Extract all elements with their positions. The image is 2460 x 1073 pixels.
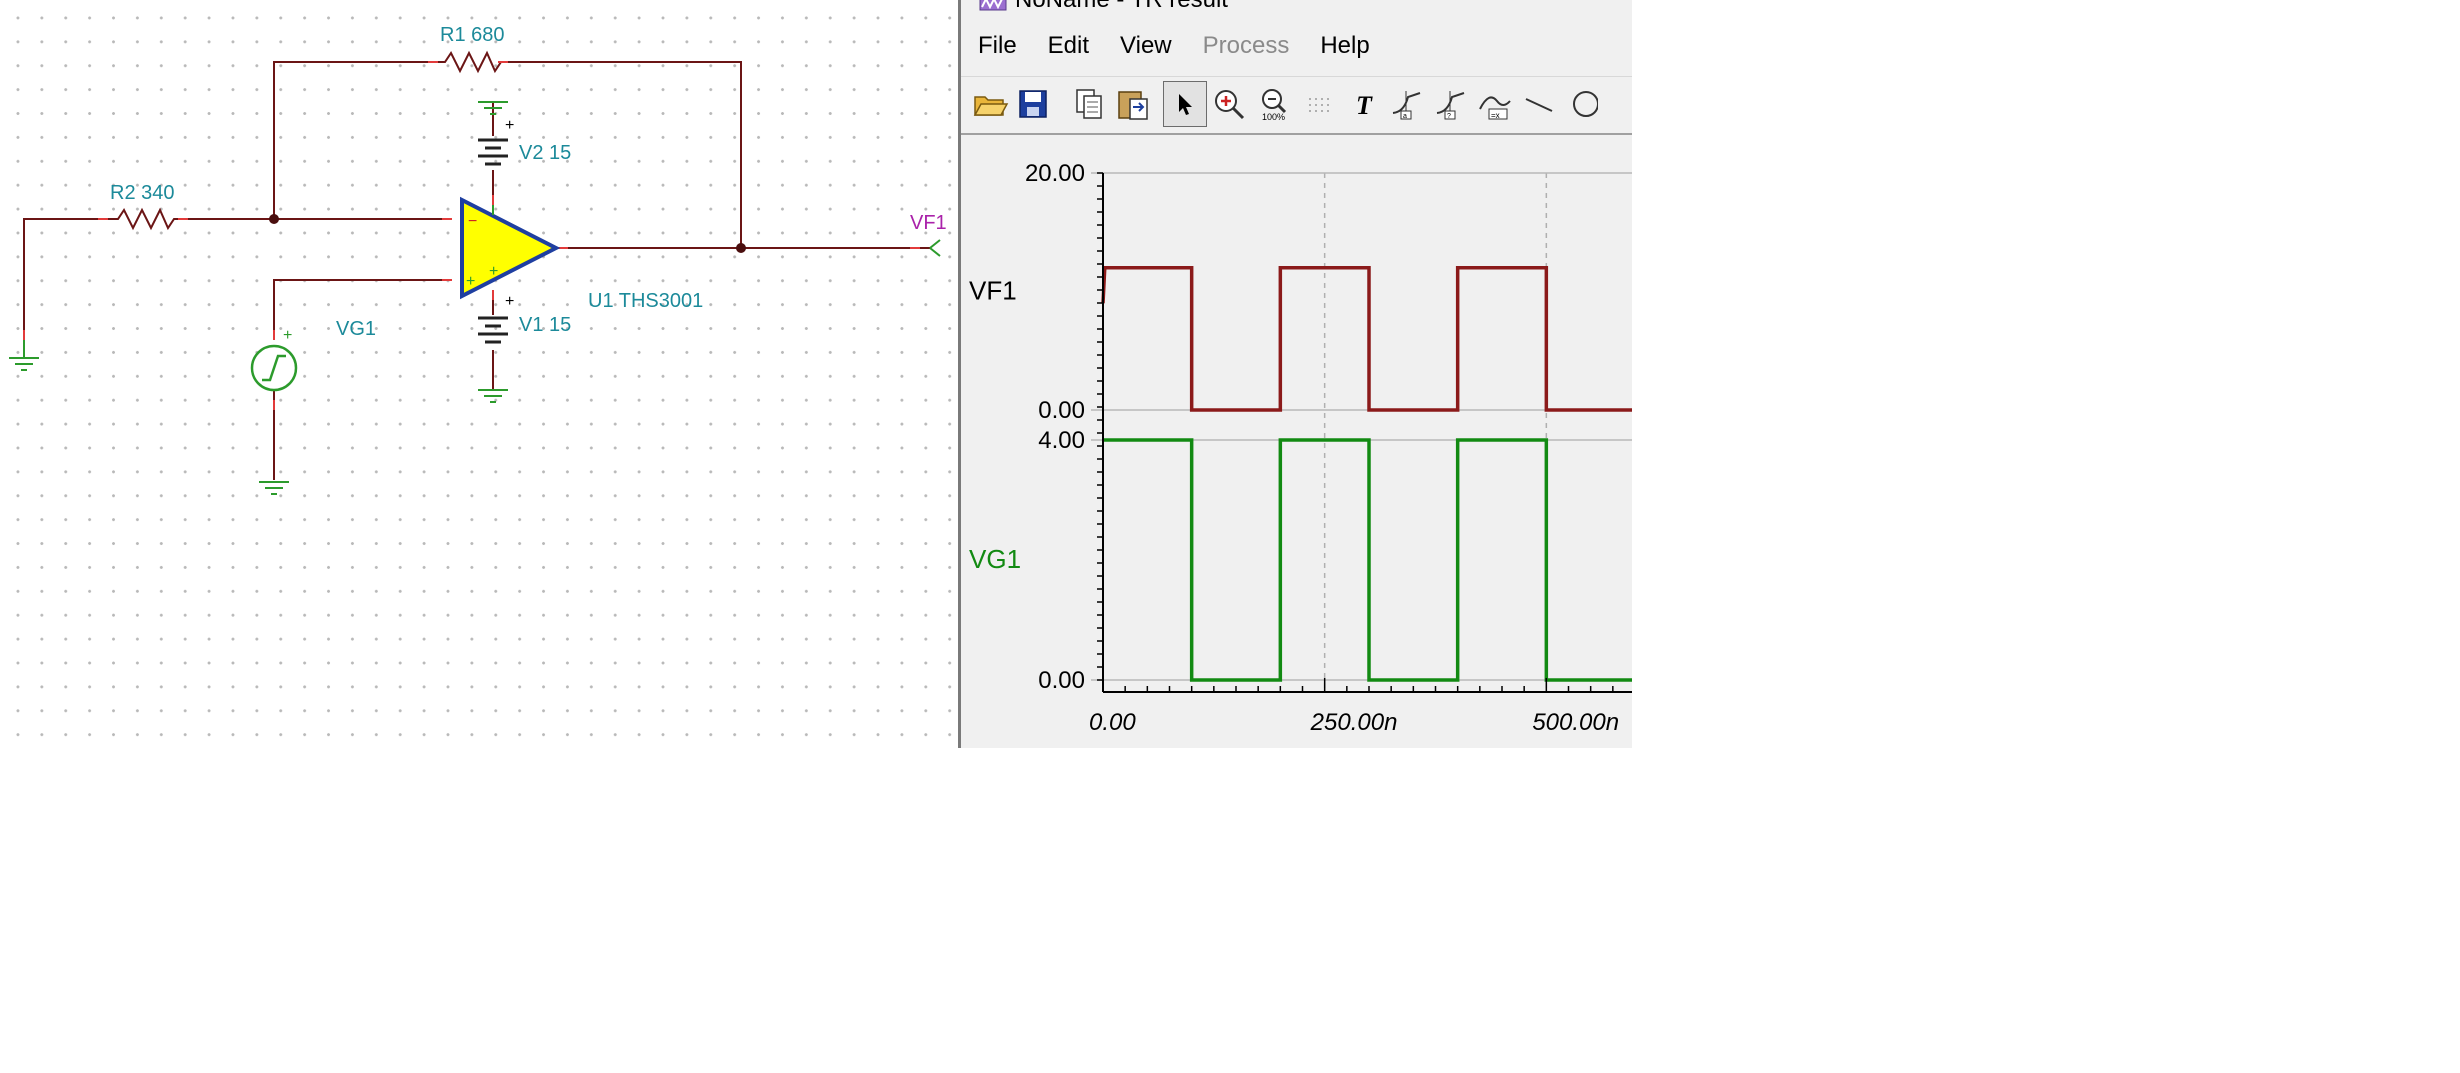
menu-process[interactable]: Process [1186, 26, 1304, 66]
menu-help[interactable]: Help [1303, 26, 1383, 66]
junction-dot [736, 243, 746, 253]
transient-chart: 20.00 0.00 VF1 4.00 0.00 VG1 0.00 250.00n 500.00… [969, 160, 1632, 736]
cursor-b-icon[interactable]: ? [1429, 81, 1473, 127]
wire [23, 218, 101, 338]
series-line [1103, 438, 1632, 682]
series-label: VF1 [969, 276, 1017, 306]
menu-file[interactable]: File [961, 26, 1031, 66]
svg-text:a: a [1403, 113, 1407, 120]
zoom-in-icon[interactable] [1207, 81, 1251, 127]
resistor-r2 [101, 207, 185, 231]
menu-view[interactable]: View [1103, 26, 1186, 66]
series-label: VG1 [969, 544, 1021, 574]
svg-text:?: ? [1447, 113, 1451, 120]
copy-icon[interactable] [1067, 81, 1111, 127]
x-tick-label: 500.00n [1532, 709, 1619, 736]
ground-symbol [259, 481, 289, 495]
junction-dot [269, 214, 279, 224]
app-icon [979, 0, 1007, 11]
svg-text:+: + [505, 293, 514, 310]
ground-symbol [478, 389, 508, 403]
svg-text:+: + [505, 117, 514, 134]
y-tick-label: 20.00 [1025, 160, 1085, 187]
save-icon[interactable] [1011, 81, 1055, 127]
wire [273, 61, 422, 219]
pointer-icon[interactable] [1163, 81, 1207, 127]
svg-text:=x: =x [1491, 111, 1500, 120]
vf1-label: VF1 [910, 212, 947, 234]
opamp-u1: − + + [460, 196, 561, 300]
u1-label: U1 THS3001 [588, 290, 704, 312]
grid-icon[interactable] [1297, 81, 1341, 127]
x-tick-label: 0.00 [1089, 709, 1136, 736]
svg-text:100%: 100% [1262, 112, 1285, 121]
open-folder-icon[interactable] [969, 81, 1013, 127]
window-title: NoName - TR result [1015, 0, 1228, 14]
tr-result-window: NoName - TR result File Edit View Proces… [958, 0, 1632, 748]
circle-icon[interactable] [1559, 81, 1603, 127]
menu-bar: File Edit View Process Help [961, 26, 1632, 66]
x-tick-label: 250.00n [1310, 709, 1398, 736]
y-tick-label: 0.00 [1038, 397, 1085, 424]
cursor-a-icon[interactable]: a [1385, 81, 1429, 127]
r2-label: R2 340 [110, 182, 175, 204]
chart-area[interactable]: 20.00 0.00 VF1 4.00 0.00 VG1 0.00 250.00n 500.00… [961, 136, 1632, 748]
battery-v1 [478, 316, 508, 344]
schematic-drawing: − + + + + + [9, 50, 941, 495]
battery-v2 [478, 138, 508, 166]
vg1-label: VG1 [336, 318, 377, 340]
menu-edit[interactable]: Edit [1031, 26, 1103, 66]
toolbar: 100% T a ? =x [961, 76, 1632, 135]
v2-label: V2 15 [519, 142, 572, 164]
svg-text:T: T [1356, 91, 1373, 119]
v1-label: V1 15 [519, 314, 572, 336]
y-tick-label: 4.00 [1038, 427, 1085, 454]
svg-text:+: + [489, 263, 498, 280]
series-line [1101, 266, 1632, 412]
svg-text:−: − [468, 213, 477, 230]
text-icon[interactable]: T [1345, 81, 1389, 127]
svg-text:+: + [283, 327, 292, 344]
window-titlebar[interactable]: NoName - TR result [961, 0, 1632, 14]
paste-icon[interactable] [1111, 81, 1155, 127]
svg-text:+: + [466, 273, 475, 290]
y-tick-label: 0.00 [1038, 667, 1085, 694]
zoom-100-icon[interactable]: 100% [1253, 81, 1297, 127]
line-icon[interactable] [1517, 81, 1561, 127]
ground-symbol [9, 340, 39, 371]
r1-label: R1 680 [440, 24, 505, 46]
voltage-probe-vf1 [929, 239, 941, 257]
cursor-measure-icon[interactable]: =x [1473, 81, 1517, 127]
schematic-canvas[interactable]: − + + + + + R1 680 R2 340 V2 15 V1 15 U1… [0, 0, 958, 748]
